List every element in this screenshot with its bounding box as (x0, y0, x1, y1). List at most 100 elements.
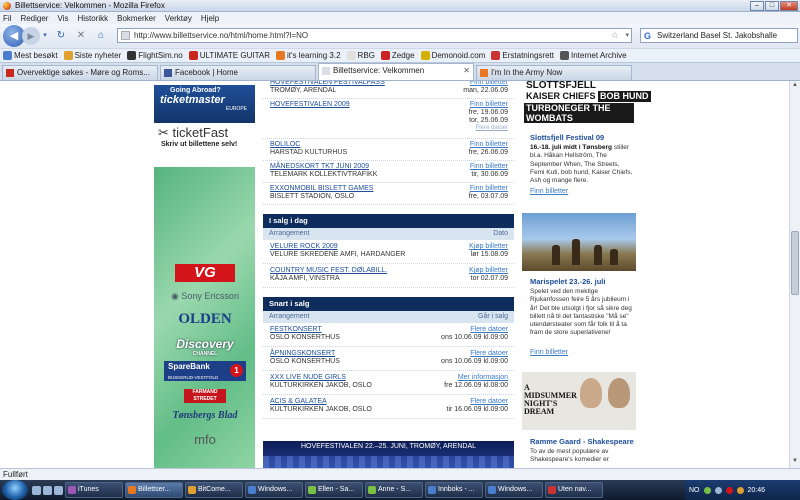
menu-fil[interactable]: Fil (3, 14, 11, 23)
event-name-link[interactable]: MÅNEDSKORT TKT JUNI 2009 (270, 163, 369, 170)
olden-logo[interactable]: OLDEN (164, 311, 246, 328)
bookmark-item[interactable]: RBG (346, 51, 375, 60)
tonsbergs-blad-logo[interactable]: Tønsbergs Blad (164, 410, 246, 421)
tab-close-icon[interactable]: ✕ (463, 64, 470, 77)
finn-billetter-link[interactable]: Finn billetter (470, 101, 508, 108)
taskbar-button[interactable]: Windows... (245, 482, 303, 498)
scroll-down-icon[interactable]: ▼ (791, 458, 799, 467)
bookmark-item[interactable]: Siste nyheter (63, 51, 121, 60)
bookmark-item[interactable]: Mest besøkt (3, 51, 58, 60)
forward-button[interactable]: ▶ (22, 27, 40, 45)
taskbar-button[interactable]: iTunes (65, 482, 123, 498)
event-action-link[interactable]: Flere datoer (470, 326, 508, 333)
ticketfast-banner[interactable]: ✂ ticketFast Skriv ut billettene selv! (154, 125, 255, 161)
browser-tab[interactable]: Overvektige søkes - Møre og Roms... (2, 65, 158, 80)
bookmark-item[interactable]: Internet Archive (559, 51, 627, 60)
taskbar-button[interactable]: Uten nav... (545, 482, 603, 498)
menu-bokmerker[interactable]: Bokmerker (117, 14, 156, 23)
switch-windows-icon[interactable] (43, 485, 52, 495)
slottsfjell-title[interactable]: Slottsfjell Festival 09 (530, 133, 604, 142)
event-name-link[interactable]: HOVEFESTIVALEN FESTIVALPASS (270, 81, 385, 86)
url-dropdown-icon[interactable]: ▾ (625, 29, 629, 42)
vertical-scrollbar[interactable]: ▲ ▼ (789, 81, 800, 468)
marispelet-link[interactable]: Finn billetter (530, 349, 568, 356)
sparebank-logo[interactable]: SpareBank BUSKERUD-VESTFOLD 1 (164, 361, 246, 381)
event-action-link[interactable]: Flere datoer (470, 350, 508, 357)
close-button[interactable]: ✕ (780, 1, 798, 11)
event-action-link[interactable]: Kjøp billetter (469, 243, 508, 250)
event-name-link[interactable]: EXXONMOBIL BISLETT GAMES (270, 185, 373, 192)
event-name-link[interactable]: BOLILOC (270, 141, 300, 148)
scrollbar-thumb[interactable] (791, 231, 799, 295)
event-action-link[interactable]: Kjøp billetter (469, 267, 508, 274)
taskbar-button[interactable]: Billettser... (125, 482, 183, 498)
reload-icon[interactable]: ↻ (53, 28, 69, 44)
hovefestivalen-banner[interactable]: HOVEFESTIVALEN 22.–25. JUNI, TROMØY, ARE… (263, 441, 514, 468)
finn-billetter-link[interactable]: Finn billetter (470, 163, 508, 170)
taskbar-button[interactable]: Innboks - ... (425, 482, 483, 498)
bookmark-star-icon[interactable]: ☆ (611, 29, 619, 42)
ticketmaster-banner[interactable]: Going Abroad? ticketmaster EUROPE (154, 85, 255, 123)
menu-verktoy[interactable]: Verktøy (165, 14, 192, 23)
language-indicator[interactable]: NO (689, 487, 700, 494)
clock[interactable]: 20:46 (748, 487, 766, 494)
slottsfjell-image[interactable]: SLOTTSFJELL KAISER CHIEFS BOB HUND TURBO… (522, 81, 651, 129)
show-desktop-icon[interactable] (32, 485, 41, 495)
vg-logo[interactable]: VG (175, 264, 235, 282)
stop-icon[interactable]: ✕ (73, 28, 89, 44)
url-input[interactable]: http://www.billettservice.no/html/home.h… (117, 28, 632, 43)
event-name-link[interactable]: XXX LIVE NUDE GIRLS (270, 374, 346, 381)
event-name-link[interactable]: FESTKONSERT (270, 326, 322, 333)
event-action-link[interactable]: Mer informasjon (458, 374, 508, 381)
maximize-button[interactable]: □ (765, 1, 779, 11)
bookmark-item[interactable]: Demonoid.com (420, 51, 485, 60)
security-icon[interactable] (725, 486, 733, 494)
event-action-link[interactable]: Flere datoer (470, 398, 508, 405)
finn-billetter-link[interactable]: Finn billetter (470, 81, 508, 86)
search-input[interactable]: G Switzerland Basel St. Jakobshalle (640, 28, 798, 43)
finn-billetter-link[interactable]: Finn billetter (470, 141, 508, 148)
event-name-link[interactable]: ÅPNINGSKONSERT (270, 350, 335, 357)
marispelet-image[interactable] (522, 213, 636, 271)
bookmark-item[interactable]: Erstatningsrett (491, 51, 554, 60)
event-row: ACIS & GALATEA KULTURKIRKEN JAKOB, OSLO Fl… (263, 395, 514, 419)
taskbar-button[interactable]: Ellen - Sa... (305, 482, 363, 498)
menu-rediger[interactable]: Rediger (20, 14, 48, 23)
bookmark-item[interactable]: Zedge (380, 51, 415, 60)
bookmark-item[interactable]: it's learning 3.2 (275, 51, 341, 60)
event-name-link[interactable]: ACIS & GALATEA (270, 398, 327, 405)
ramme-gaard-title[interactable]: Ramme Gaard - Shakespeare (530, 437, 634, 446)
minimize-button[interactable]: – (750, 1, 764, 11)
taskbar-button[interactable]: Windows... (485, 482, 543, 498)
event-name-link[interactable]: HOVEFESTIVALEN 2009 (270, 101, 350, 108)
menu-vis[interactable]: Vis (57, 14, 68, 23)
update-icon[interactable] (736, 486, 744, 494)
mfo-logo[interactable]: mfo (164, 432, 246, 447)
bookmark-item[interactable]: FlightSim.no (127, 51, 183, 60)
midsummer-image[interactable]: A MIDSUMMER NIGHT'S DREAM (522, 372, 636, 430)
flere-datoer-link[interactable]: Flere datoer (476, 125, 508, 131)
network-icon[interactable] (703, 486, 711, 494)
farmandstredet-logo[interactable]: FARMAND STREDET (184, 389, 226, 403)
menu-hjelp[interactable]: Hjelp (201, 14, 219, 23)
volume-icon[interactable] (714, 486, 722, 494)
event-name-link[interactable]: VELURE ROCK 2009 (270, 243, 338, 250)
scroll-up-icon[interactable]: ▲ (791, 82, 799, 91)
history-dropdown-icon[interactable]: ▾ (41, 28, 49, 44)
slottsfjell-link[interactable]: Finn billetter (530, 188, 568, 195)
marispelet-title[interactable]: Marispelet 23.-26. juli (530, 277, 605, 286)
browser-tab[interactable]: Billettservice: Velkommen ✕ (318, 63, 474, 80)
menu-historikk[interactable]: Historikk (77, 14, 108, 23)
firefox-quicklaunch-icon[interactable] (54, 485, 63, 495)
browser-tab[interactable]: I'm In the Army Now (476, 65, 632, 80)
sony-ericsson-logo[interactable]: ◉ Sony Ericsson (164, 291, 246, 302)
discovery-logo[interactable]: Discovery CHANNEL (164, 337, 246, 357)
home-icon[interactable]: ⌂ (93, 28, 109, 44)
taskbar-button[interactable]: BitCome... (185, 482, 243, 498)
event-name-link[interactable]: COUNTRY MUSIC FEST. DØLABILL. (270, 267, 387, 274)
start-button[interactable] (2, 480, 28, 500)
finn-billetter-link[interactable]: Finn billetter (470, 185, 508, 192)
taskbar-button[interactable]: Anne - S... (365, 482, 423, 498)
bookmark-item[interactable]: ULTIMATE GUITAR (188, 51, 270, 60)
browser-tab[interactable]: Facebook | Home (160, 65, 316, 80)
